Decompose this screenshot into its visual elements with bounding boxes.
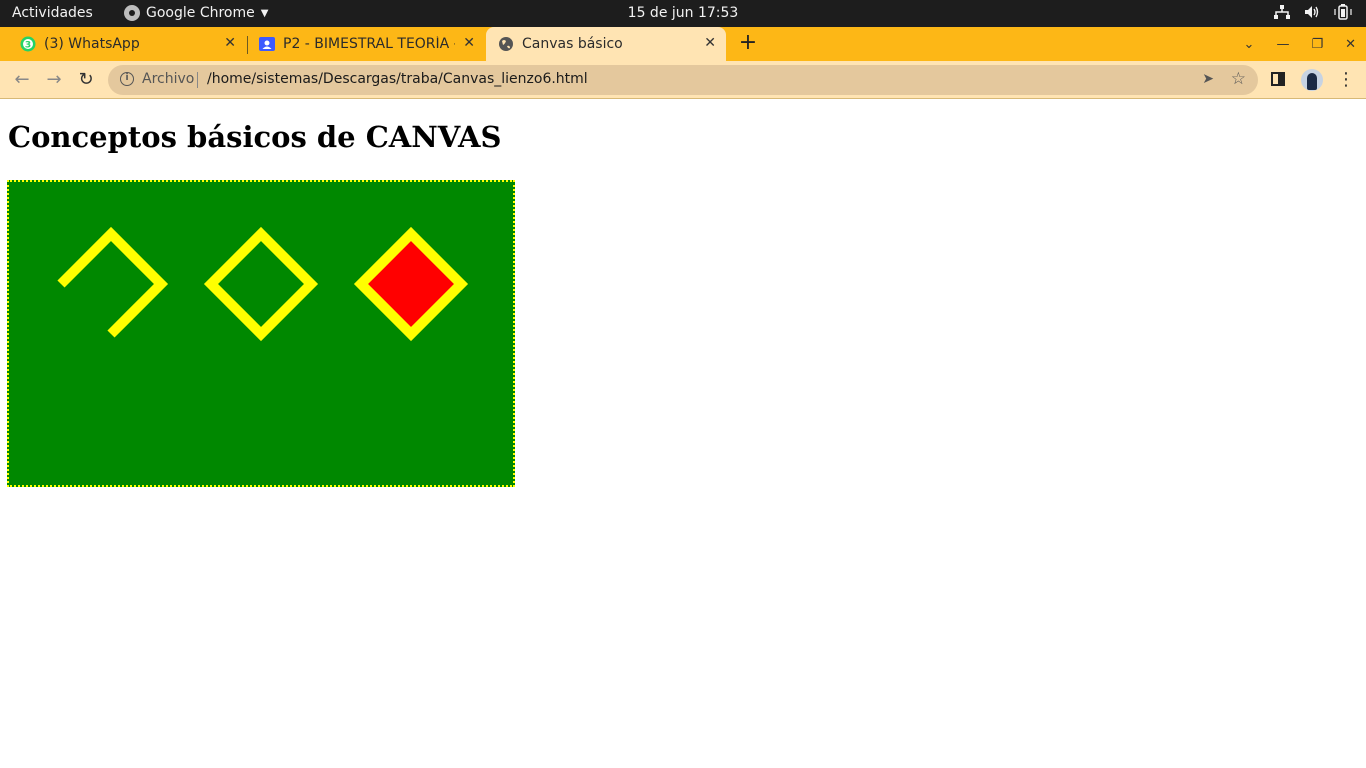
address-bar[interactable]: i Archivo /home/sistemas/Descargas/traba… — [108, 65, 1258, 95]
volume-icon — [1305, 6, 1319, 18]
tab-title: Canvas básico — [522, 36, 623, 52]
menu-dots-icon[interactable]: ⋮ — [1337, 69, 1355, 91]
open-path-shape — [57, 226, 169, 338]
globe-icon — [498, 36, 514, 52]
canvas-drawing — [57, 226, 469, 342]
close-icon[interactable]: ✕ — [224, 35, 236, 51]
svg-text:3: 3 — [25, 41, 31, 51]
app-menu[interactable]: Google Chrome ▼ — [124, 5, 268, 21]
forward-button[interactable]: → — [42, 68, 66, 92]
window-controls: ⌄ — ❐ ✕ — [1244, 27, 1356, 61]
whatsapp-icon: 3 — [20, 36, 36, 52]
system-tray[interactable] — [1274, 4, 1352, 20]
system-top-bar: Actividades Google Chrome ▼ 15 de jun 17… — [0, 0, 1366, 27]
send-icon[interactable]: ➤ — [1202, 71, 1214, 87]
divider — [197, 72, 198, 88]
caret-down-icon: ▼ — [260, 7, 269, 19]
chrome-icon — [124, 5, 140, 21]
filled-diamond-shape — [353, 226, 469, 342]
tab-title: (3) WhatsApp — [44, 36, 140, 52]
reload-button[interactable]: ↻ — [74, 68, 98, 92]
side-panel-icon[interactable] — [1271, 72, 1285, 86]
app-name: Google Chrome — [146, 5, 255, 21]
security-label[interactable]: Archivo — [142, 71, 194, 87]
classroom-icon — [259, 36, 275, 52]
tab-search-icon[interactable]: ⌄ — [1244, 37, 1255, 52]
browser-toolbar: ← → ↻ i Archivo /home/sistemas/Descargas… — [0, 61, 1366, 99]
restore-icon[interactable]: ❐ — [1311, 37, 1323, 52]
info-icon[interactable]: i — [120, 72, 134, 86]
back-button[interactable]: ← — [10, 68, 34, 92]
canvas-element — [7, 180, 515, 487]
page-title: Conceptos básicos de CANVAS — [8, 120, 502, 154]
close-icon[interactable]: ✕ — [463, 35, 475, 51]
clock[interactable]: 15 de jun 17:53 — [628, 5, 739, 21]
network-icon — [1274, 5, 1290, 19]
battery-icon — [1334, 4, 1352, 20]
stroked-diamond-shape — [203, 226, 319, 342]
new-tab-button[interactable]: + — [738, 27, 758, 61]
url-text[interactable]: /home/sistemas/Descargas/traba/Canvas_li… — [207, 71, 588, 87]
tab-whatsapp[interactable]: 3 (3) WhatsApp ✕ — [0, 27, 246, 61]
minimize-icon[interactable]: — — [1276, 37, 1289, 52]
tab-p2-bimestral[interactable]: P2 - BIMESTRAL TEORÍA - ✕ — [247, 27, 485, 61]
tab-strip: 3 (3) WhatsApp ✕ P2 - BIMESTRAL TEORÍA -… — [0, 27, 1366, 61]
tab-title: P2 - BIMESTRAL TEORÍA - — [283, 36, 455, 52]
bookmark-star-icon[interactable]: ☆ — [1231, 69, 1246, 89]
profile-avatar[interactable] — [1301, 69, 1323, 91]
close-icon[interactable]: ✕ — [704, 35, 716, 51]
activities-button[interactable]: Actividades — [12, 5, 93, 21]
tab-canvas-basico[interactable]: Canvas básico ✕ — [486, 27, 726, 61]
close-window-icon[interactable]: ✕ — [1345, 37, 1356, 52]
